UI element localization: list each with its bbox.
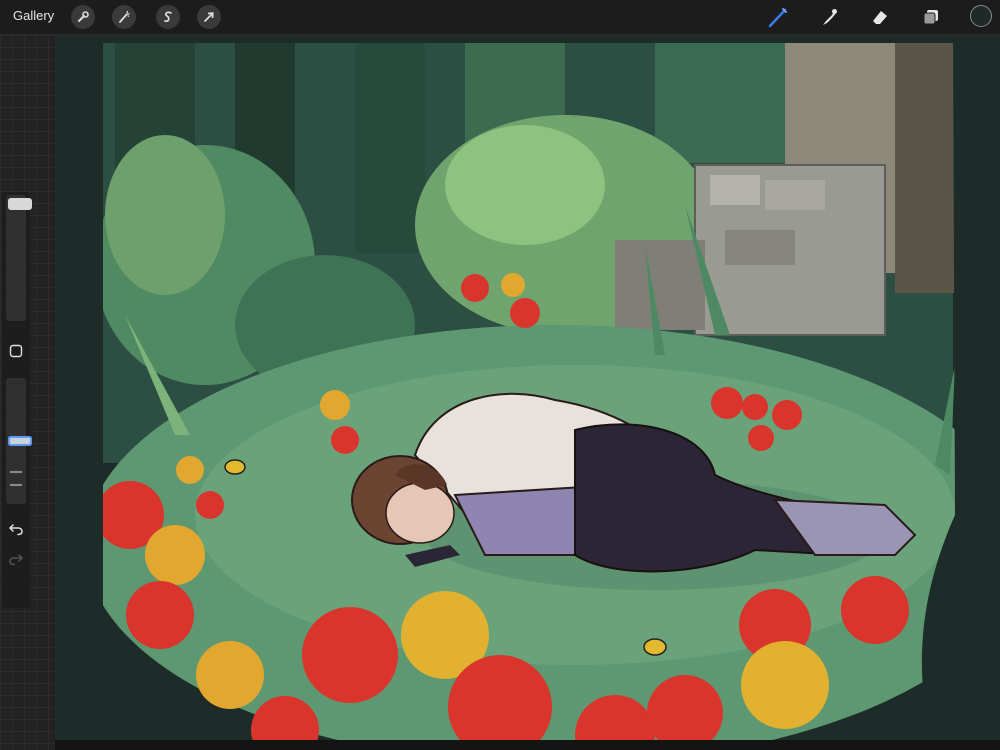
color-swatch[interactable] bbox=[970, 5, 992, 27]
brush-size-slider[interactable] bbox=[6, 195, 32, 321]
artwork-illustration[interactable] bbox=[55, 35, 1000, 750]
selection-button[interactable] bbox=[156, 5, 180, 29]
brush-tool-button[interactable] bbox=[765, 5, 791, 29]
transform-arrow-icon bbox=[204, 12, 214, 22]
gallery-button[interactable]: Gallery bbox=[13, 8, 54, 23]
opacity-tick-mark bbox=[10, 471, 22, 473]
smudge-icon bbox=[823, 9, 837, 25]
wrench-icon bbox=[78, 11, 89, 22]
eraser-icon bbox=[873, 11, 887, 24]
redo-button[interactable] bbox=[6, 550, 26, 568]
brush-size-thumb[interactable] bbox=[8, 198, 32, 210]
eraser-tool-button[interactable] bbox=[867, 5, 893, 29]
layers-icon bbox=[923, 10, 938, 25]
selection-icon bbox=[164, 11, 172, 22]
undo-icon bbox=[8, 524, 23, 536]
top-toolbar: Gallery bbox=[0, 0, 1000, 35]
drawing-canvas[interactable] bbox=[55, 35, 1000, 750]
sidebar-panel bbox=[2, 192, 32, 608]
bottom-edge bbox=[55, 740, 1000, 750]
adjustments-button[interactable] bbox=[112, 5, 136, 29]
opacity-tick-mark bbox=[10, 484, 22, 486]
opacity-slider[interactable] bbox=[6, 378, 32, 504]
modify-button[interactable] bbox=[6, 342, 26, 360]
brush-icon bbox=[768, 8, 787, 28]
transform-button[interactable] bbox=[197, 5, 221, 29]
square-icon bbox=[9, 344, 23, 358]
actions-button[interactable] bbox=[71, 5, 95, 29]
left-sidebar bbox=[0, 35, 55, 750]
layers-button[interactable] bbox=[918, 5, 944, 29]
redo-icon bbox=[9, 554, 24, 566]
opacity-thumb[interactable] bbox=[8, 436, 32, 446]
magic-wand-icon bbox=[119, 10, 130, 23]
smudge-tool-button[interactable] bbox=[816, 5, 842, 29]
undo-button[interactable] bbox=[6, 520, 26, 538]
